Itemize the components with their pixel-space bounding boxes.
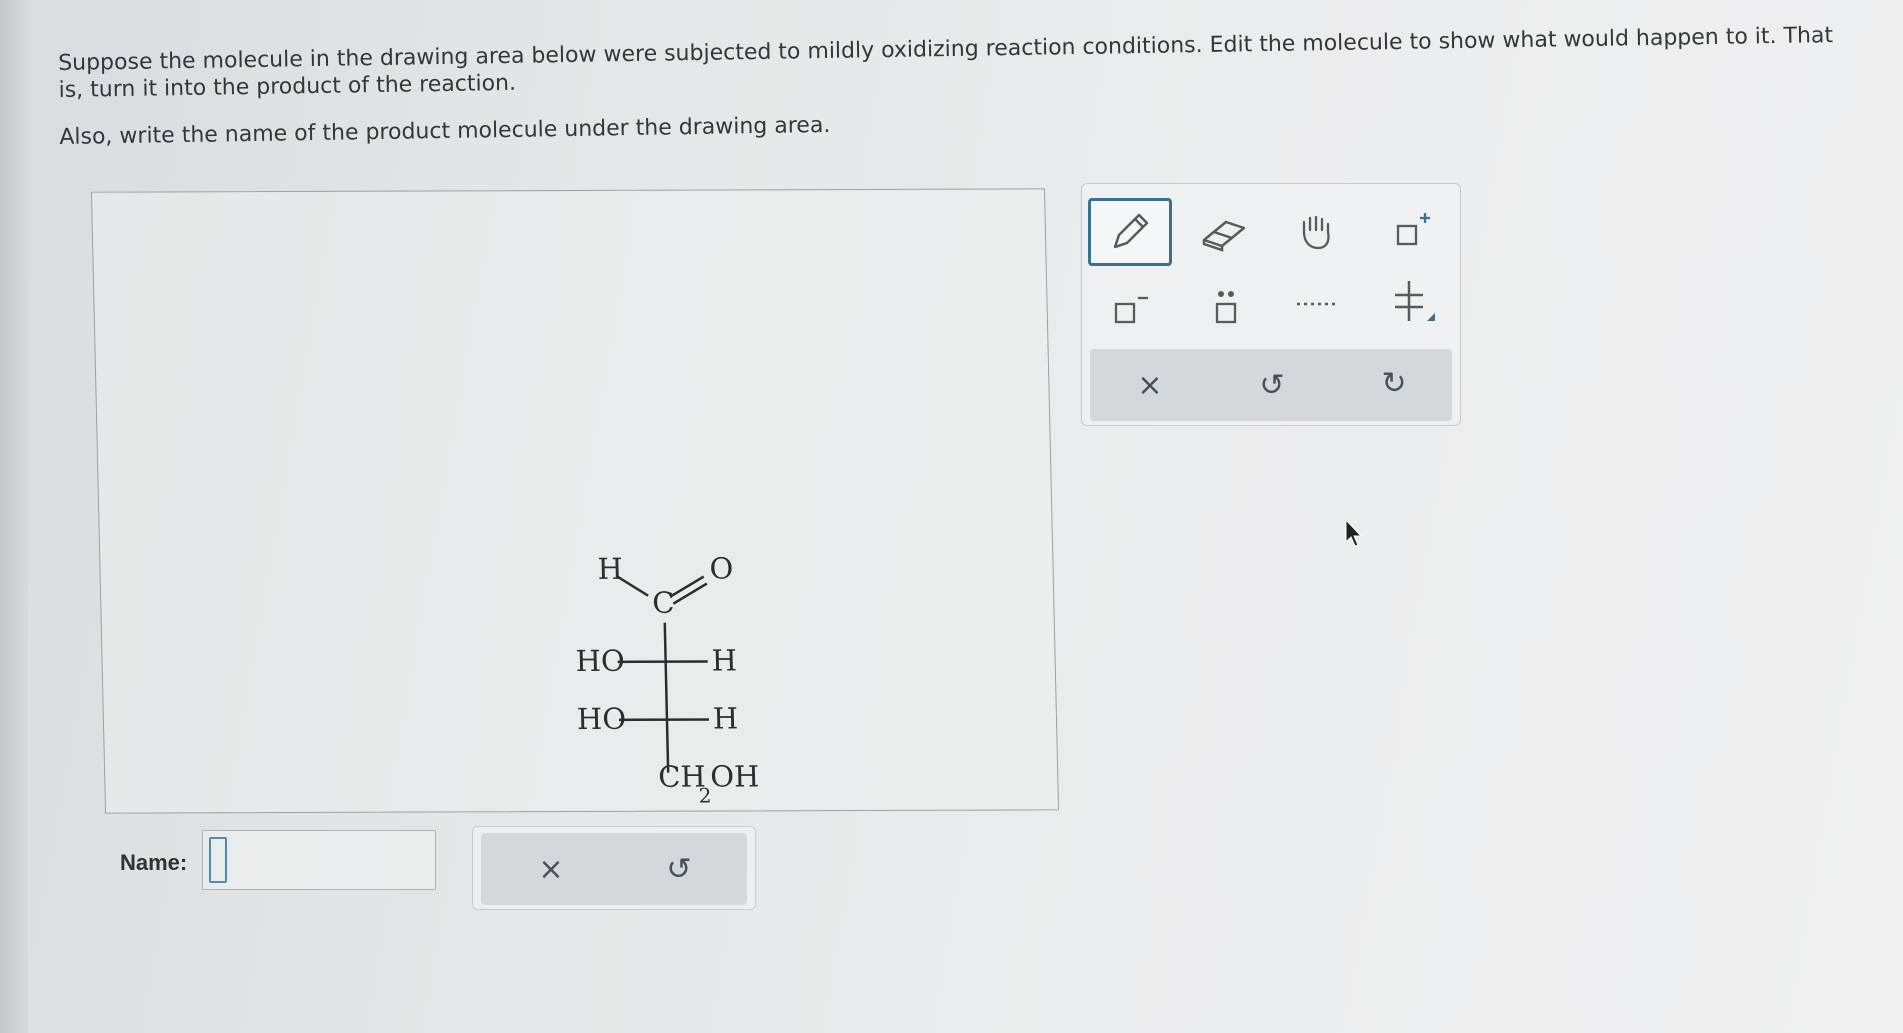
redo-icon: ↻	[1381, 365, 1407, 401]
question-text: Suppose the molecule in the drawing area…	[58, 22, 1860, 171]
close-icon: ×	[538, 851, 564, 887]
text-cursor-box	[209, 837, 227, 883]
atom-row1-h[interactable]: H	[711, 643, 737, 677]
negative-charge-button[interactable]	[1100, 278, 1160, 338]
pencil-icon	[1113, 213, 1149, 249]
atom-row2-ho[interactable]: HO	[577, 702, 627, 736]
bond-c-o-2[interactable]	[672, 582, 708, 605]
hand-tool-button[interactable]	[1286, 202, 1346, 262]
stereo-bond-icon	[1395, 281, 1435, 321]
name-actions: × ↺	[472, 826, 756, 910]
mouse-pointer-icon	[1344, 518, 1364, 552]
name-input[interactable]	[202, 830, 436, 890]
name-actions-bar: × ↺	[481, 833, 747, 905]
lone-pair-icon	[1215, 291, 1237, 324]
clear-button[interactable]: ×	[1120, 355, 1180, 415]
positive-charge-button[interactable]	[1382, 200, 1442, 260]
atom-carbonyl-c[interactable]: C	[652, 586, 675, 620]
bond-h-c[interactable]	[617, 575, 649, 597]
positive-charge-icon	[1396, 213, 1430, 246]
name-undo-button[interactable]: ↺	[649, 839, 709, 899]
drawing-toolbar: × ↺ ↻	[1081, 183, 1461, 426]
question-line-2: Also, write the name of the product mole…	[59, 112, 831, 150]
group-oh[interactable]: OH	[710, 759, 760, 793]
undo-icon: ↺	[666, 851, 692, 887]
stereo-bond-button[interactable]	[1382, 272, 1442, 332]
eraser-tool-button[interactable]	[1194, 204, 1254, 264]
atom-top-h[interactable]: H	[597, 552, 623, 586]
undo-button[interactable]: ↺	[1242, 355, 1302, 415]
undo-icon: ↺	[1259, 367, 1285, 403]
pencil-tool-button[interactable]	[1088, 198, 1172, 266]
name-label: Name:	[120, 850, 188, 875]
redo-button[interactable]: ↻	[1364, 353, 1424, 413]
question-line-1: Suppose the molecule in the drawing area…	[58, 23, 1834, 103]
name-clear-button[interactable]: ×	[521, 839, 581, 899]
bond-c-o-1[interactable]	[669, 575, 705, 598]
drawing-area[interactable]: H C O HO H HO H CH 2 OH	[90, 188, 1060, 814]
fischer-projection-molecule[interactable]: H C O HO H HO H CH 2 OH	[545, 550, 812, 851]
dotted-bond-button[interactable]	[1288, 274, 1348, 334]
hand-icon	[1302, 215, 1330, 250]
close-icon: ×	[1137, 367, 1163, 403]
eraser-icon	[1202, 220, 1246, 252]
negative-charge-icon	[1114, 296, 1148, 324]
atom-row1-ho[interactable]: HO	[575, 644, 625, 678]
lone-pair-button[interactable]	[1196, 278, 1256, 338]
window-edge	[0, 0, 28, 1033]
dotted-bond-icon	[1297, 302, 1339, 306]
toolbar-actions: × ↺ ↻	[1090, 349, 1452, 421]
atom-carbonyl-o[interactable]: O	[709, 551, 734, 585]
atom-row2-h[interactable]: H	[713, 701, 739, 735]
bond-backbone[interactable]	[663, 622, 670, 773]
